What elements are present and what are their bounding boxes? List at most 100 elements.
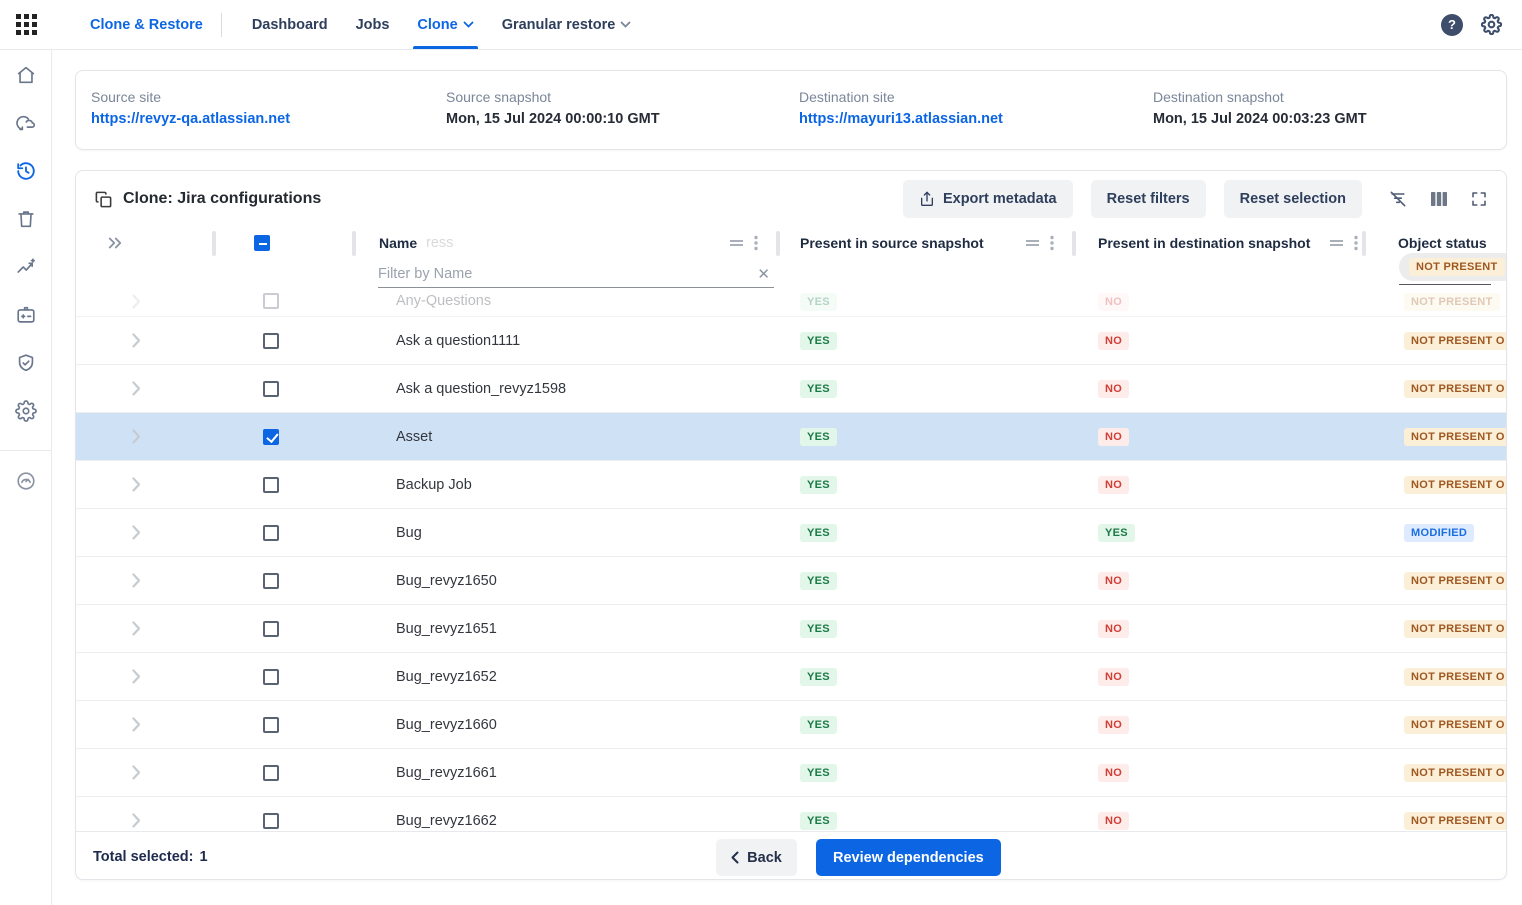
- row-checkbox[interactable]: [263, 765, 279, 781]
- column-header-name[interactable]: Name: [379, 235, 417, 251]
- row-name: Backup Job: [354, 477, 778, 493]
- table-row[interactable]: Ask a question_revyz1598 YES NO NOT PRES…: [76, 365, 1506, 413]
- table-row[interactable]: Bug_revyz1660 YES NO NOT PRESENT O: [76, 701, 1506, 749]
- table-row[interactable]: Asset YES NO NOT PRESENT O: [76, 413, 1506, 461]
- nav-item-dashboard[interactable]: Dashboard: [238, 0, 342, 49]
- row-expand-icon[interactable]: [132, 669, 141, 684]
- column-resize-icon[interactable]: [729, 238, 744, 248]
- row-expand-icon[interactable]: [132, 333, 141, 348]
- column-resize-icon[interactable]: [1025, 238, 1040, 248]
- row-expand-icon[interactable]: [132, 621, 141, 636]
- clone-summary-card: Source site https://revyz-qa.atlassian.n…: [75, 70, 1507, 150]
- table-row[interactable]: Any-Questions YES NO NOT PRESENT: [76, 291, 1506, 317]
- column-separator[interactable]: [1072, 231, 1076, 256]
- settings-icon[interactable]: [1481, 14, 1502, 35]
- row-checkbox[interactable]: [263, 621, 279, 637]
- row-expand-icon[interactable]: [132, 765, 141, 780]
- row-expand-icon[interactable]: [132, 381, 141, 396]
- table-row[interactable]: Bug_revyz1651 YES NO NOT PRESENT O: [76, 605, 1506, 653]
- reset-filters-button[interactable]: Reset filters: [1091, 180, 1206, 218]
- column-separator[interactable]: [212, 231, 216, 256]
- row-checkbox[interactable]: [263, 573, 279, 589]
- app-switcher-button[interactable]: [0, 0, 52, 49]
- export-metadata-button[interactable]: Export metadata: [903, 180, 1073, 218]
- row-checkbox[interactable]: [263, 333, 279, 349]
- table-row[interactable]: Backup Job YES NO NOT PRESENT O: [76, 461, 1506, 509]
- column-separator[interactable]: [1362, 231, 1366, 256]
- trash-icon[interactable]: [15, 208, 37, 230]
- clear-filter-icon[interactable]: ✕: [753, 265, 774, 283]
- license-badge-icon[interactable]: [15, 304, 37, 326]
- row-expand-icon[interactable]: [132, 294, 141, 309]
- table-row[interactable]: Bug_revyz1662 YES NO NOT PRESENT O: [76, 797, 1506, 831]
- row-checkbox[interactable]: [263, 813, 279, 829]
- column-header-source[interactable]: Present in source snapshot: [800, 235, 984, 251]
- help-icon[interactable]: ?: [1441, 14, 1463, 36]
- nav-item-clone[interactable]: Clone: [403, 0, 487, 49]
- object-status-badge: NOT PRESENT O: [1404, 572, 1506, 590]
- column-header-status[interactable]: Object status: [1398, 235, 1487, 251]
- app-grid-icon: [16, 14, 37, 35]
- row-checkbox[interactable]: [263, 293, 279, 309]
- source-presence-badge: YES: [800, 524, 837, 542]
- source-presence-badge: YES: [800, 380, 837, 398]
- object-status-badge: NOT PRESENT O: [1404, 812, 1506, 830]
- analytics-icon[interactable]: [15, 256, 37, 278]
- row-expand-icon[interactable]: [132, 717, 141, 732]
- column-menu-icon[interactable]: [1354, 235, 1358, 251]
- row-checkbox[interactable]: [263, 717, 279, 733]
- destination-presence-badge: NO: [1098, 428, 1129, 446]
- column-menu-icon[interactable]: [1050, 235, 1054, 251]
- status-filter-chip[interactable]: NOT PRESENT: [1399, 253, 1506, 281]
- row-checkbox[interactable]: [263, 477, 279, 493]
- column-menu-icon[interactable]: [754, 235, 758, 251]
- source-snapshot-value: Mon, 15 Jul 2024 00:00:10 GMT: [446, 111, 660, 127]
- column-separator[interactable]: [352, 231, 356, 256]
- nav-item-jobs[interactable]: Jobs: [342, 0, 404, 49]
- chevron-down-icon: [620, 21, 631, 28]
- status-filter-chip-label: NOT PRESENT: [1409, 258, 1505, 276]
- row-expand-icon[interactable]: [132, 813, 141, 828]
- product-title[interactable]: Clone & Restore: [90, 0, 203, 49]
- support-headset-icon[interactable]: [15, 470, 37, 492]
- clear-filters-icon[interactable]: [1388, 189, 1408, 209]
- nav-item-granular-restore[interactable]: Granular restore: [488, 0, 646, 49]
- restore-history-icon[interactable]: [15, 160, 37, 182]
- column-separator[interactable]: [776, 231, 780, 256]
- total-selected-count: 1: [199, 849, 207, 865]
- back-button[interactable]: Back: [716, 839, 797, 876]
- row-expand-icon[interactable]: [132, 525, 141, 540]
- review-dependencies-button[interactable]: Review dependencies: [816, 839, 1001, 876]
- table-row[interactable]: Bug_revyz1650 YES NO NOT PRESENT O: [76, 557, 1506, 605]
- row-checkbox[interactable]: [263, 381, 279, 397]
- table-row[interactable]: Bug_revyz1661 YES NO NOT PRESENT O: [76, 749, 1506, 797]
- row-expand-icon[interactable]: [132, 477, 141, 492]
- table-row[interactable]: Bug YES YES MODIFIED: [76, 509, 1506, 557]
- column-resize-icon[interactable]: [1329, 238, 1344, 248]
- cloud-backup-icon[interactable]: [15, 112, 37, 134]
- name-filter-input[interactable]: [378, 266, 753, 282]
- select-all-checkbox[interactable]: [254, 235, 270, 251]
- column-header-destination[interactable]: Present in destination snapshot: [1098, 235, 1310, 251]
- row-checkbox[interactable]: [263, 669, 279, 685]
- table-row[interactable]: Ask a question1111 YES NO NOT PRESENT O: [76, 317, 1506, 365]
- reset-selection-button[interactable]: Reset selection: [1224, 180, 1362, 218]
- fullscreen-icon[interactable]: [1470, 190, 1488, 208]
- source-site-link[interactable]: https://revyz-qa.atlassian.net: [91, 111, 290, 127]
- row-checkbox[interactable]: [263, 429, 279, 445]
- object-status-badge: NOT PRESENT O: [1404, 380, 1506, 398]
- row-expand-icon[interactable]: [132, 429, 141, 444]
- expand-all-icon[interactable]: [106, 235, 124, 251]
- row-name: Any-Questions: [354, 293, 778, 309]
- settings-gear-icon[interactable]: [15, 400, 37, 422]
- chevron-down-icon: [463, 21, 474, 28]
- row-name: Ask a question_revyz1598: [354, 381, 778, 397]
- table-row[interactable]: Bug_revyz1652 YES NO NOT PRESENT O: [76, 653, 1506, 701]
- destination-site-link[interactable]: https://mayuri13.atlassian.net: [799, 111, 1003, 127]
- security-shield-icon[interactable]: [15, 352, 37, 374]
- source-presence-badge: YES: [800, 332, 837, 350]
- row-expand-icon[interactable]: [132, 573, 141, 588]
- row-checkbox[interactable]: [263, 525, 279, 541]
- columns-icon[interactable]: [1430, 190, 1448, 208]
- home-icon[interactable]: [15, 64, 37, 86]
